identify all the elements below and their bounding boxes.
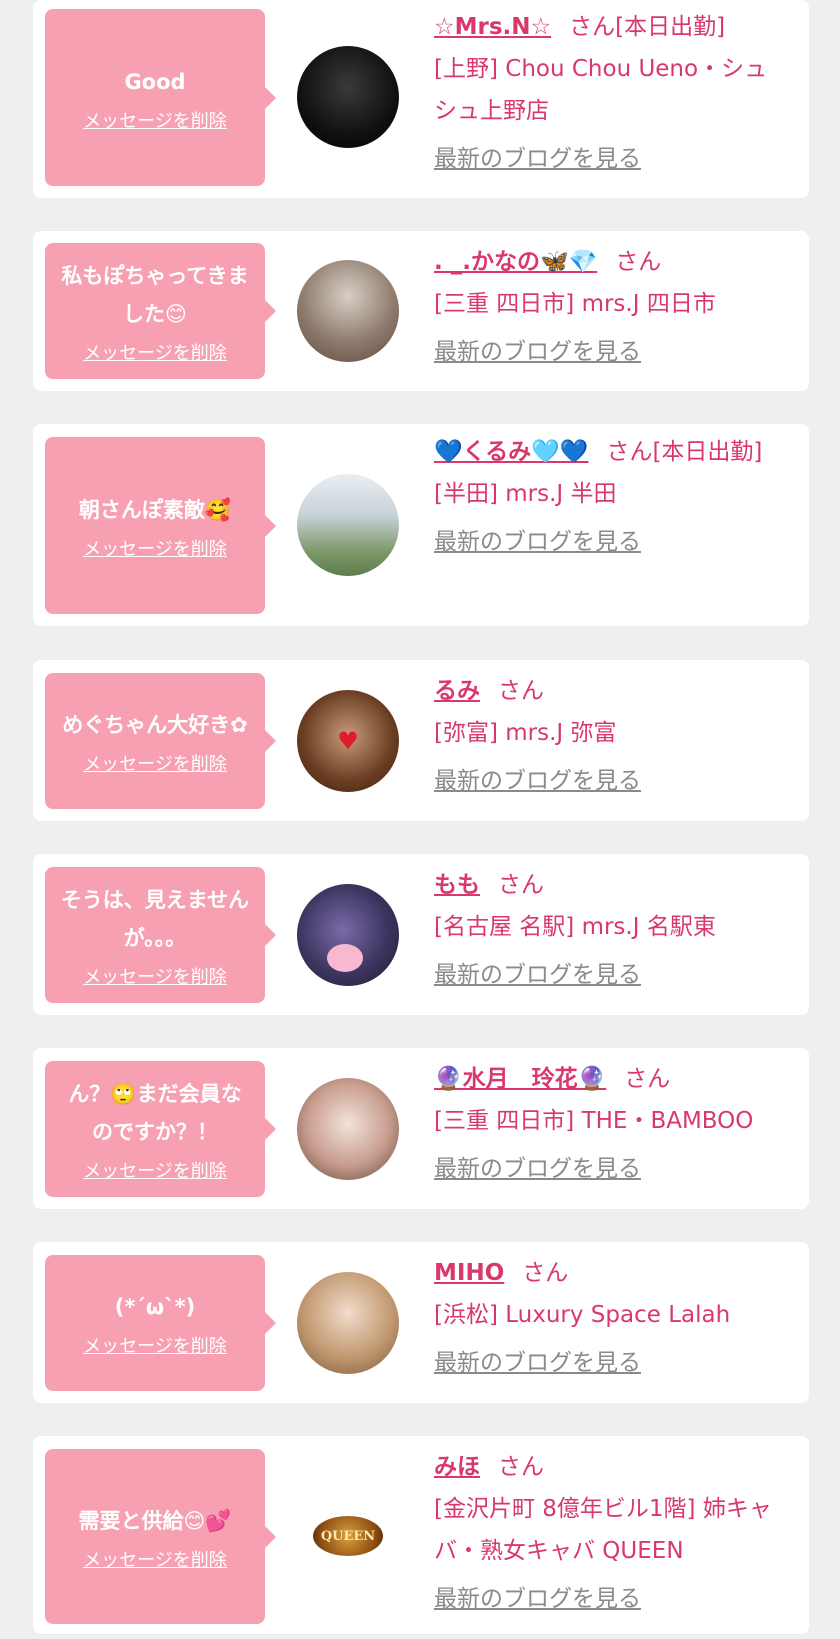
- queen-logo-icon: QUEEN: [313, 1516, 383, 1556]
- message-text: ん？🙄まだ会員なのですか？！: [68, 1082, 242, 1144]
- message-text: (*´ω`*): [114, 1295, 196, 1319]
- message-text: 需要と供給😊💕: [78, 1508, 232, 1533]
- name-line: 🔮水月 玲花🔮 さん: [434, 1058, 784, 1100]
- name-line: みほ さん: [434, 1446, 784, 1488]
- delete-message-link[interactable]: メッセージを削除: [83, 1546, 227, 1572]
- avatar[interactable]: [297, 474, 399, 576]
- user-name-link[interactable]: . _.かなの🦋💎: [434, 249, 597, 275]
- avatar[interactable]: [297, 884, 399, 986]
- message-text: そうは、見えませんが。。。: [60, 888, 250, 950]
- delete-message-link[interactable]: メッセージを削除: [83, 963, 227, 989]
- honorific: さん: [569, 14, 616, 40]
- user-info: MIHO さん [浜松] Luxury Space Lalah 最新のブログを見る: [434, 1252, 784, 1384]
- user-name-link[interactable]: みほ: [434, 1454, 480, 1480]
- list-item: 需要と供給😊💕 メッセージを削除 QUEEN みほ さん [金沢片町 8億年ビル1…: [33, 1436, 809, 1634]
- message-text: 朝さんぽ素敵🥰: [78, 497, 232, 522]
- honorific: さん: [522, 1260, 569, 1286]
- message-text: Good: [124, 69, 186, 94]
- delete-message-link[interactable]: メッセージを削除: [83, 107, 227, 133]
- delete-message-link[interactable]: メッセージを削除: [83, 1157, 227, 1183]
- message-text: めぐちゃん大好き✿: [62, 713, 248, 737]
- avatar[interactable]: ♥: [297, 690, 399, 792]
- user-name-link[interactable]: ☆Mrs.N☆: [434, 14, 551, 40]
- delete-message-link[interactable]: メッセージを削除: [83, 535, 227, 561]
- delete-message-link[interactable]: メッセージを削除: [83, 339, 227, 365]
- user-info: 🔮水月 玲花🔮 さん [三重 四日市] THE・BAMBOO 最新のブログを見る: [434, 1058, 784, 1190]
- message-bubble: 私もぽちゃってきました😊 メッセージを削除: [45, 243, 276, 379]
- honorific: さん: [606, 439, 653, 465]
- message-bubble: ん？🙄まだ会員なのですか？！ メッセージを削除: [45, 1061, 276, 1197]
- avatar[interactable]: [297, 260, 399, 362]
- honorific: さん: [615, 249, 662, 275]
- message-bubble: そうは、見えませんが。。。 メッセージを削除: [45, 867, 276, 1003]
- user-info: . _.かなの🦋💎 さん [三重 四日市] mrs.J 四日市 最新のブログを見る: [434, 241, 784, 373]
- message-text: 私もぽちゃってきました😊: [61, 264, 249, 326]
- list-item: 私もぽちゃってきました😊 メッセージを削除 . _.かなの🦋💎 さん [三重 四日…: [33, 231, 809, 391]
- avatar[interactable]: QUEEN: [297, 1485, 399, 1587]
- name-line: . _.かなの🦋💎 さん: [434, 241, 784, 283]
- message-bubble: めぐちゃん大好き✿ メッセージを削除: [45, 673, 276, 809]
- avatar[interactable]: [297, 46, 399, 148]
- honorific: さん: [498, 872, 544, 898]
- shop-location: [上野] Chou Chou Ueno・シュシュ上野店: [434, 56, 768, 124]
- shop-location: [浜松] Luxury Space Lalah: [434, 1302, 731, 1328]
- latest-blog-link[interactable]: 最新のブログを見る: [434, 138, 641, 180]
- latest-blog-link[interactable]: 最新のブログを見る: [434, 1148, 641, 1190]
- name-line: 💙くるみ🩵💙 さん[本日出勤]: [434, 431, 784, 473]
- list-item: Good メッセージを削除 ☆Mrs.N☆ さん[本日出勤] [上野] Chou …: [33, 0, 809, 198]
- shop-location: [金沢片町 8億年ビル1階] 姉キャバ・熟女キャバ QUEEN: [434, 1496, 772, 1564]
- list-item: 朝さんぽ素敵🥰 メッセージを削除 💙くるみ🩵💙 さん[本日出勤] [半田] mrs…: [33, 424, 809, 626]
- avatar[interactable]: [297, 1272, 399, 1374]
- user-info: みほ さん [金沢片町 8億年ビル1階] 姉キャバ・熟女キャバ QUEEN 最新の…: [434, 1446, 784, 1620]
- shop-location: [半田] mrs.J 半田: [434, 481, 617, 507]
- message-bubble: Good メッセージを削除: [45, 9, 276, 186]
- avatar[interactable]: [297, 1078, 399, 1180]
- latest-blog-link[interactable]: 最新のブログを見る: [434, 954, 641, 996]
- delete-message-link[interactable]: メッセージを削除: [83, 750, 227, 776]
- latest-blog-link[interactable]: 最新のブログを見る: [434, 331, 641, 373]
- heart-icon: ♥: [337, 727, 359, 755]
- name-line: MIHO さん: [434, 1252, 784, 1294]
- message-bubble: 需要と供給😊💕 メッセージを削除: [45, 1449, 276, 1624]
- name-line: ☆Mrs.N☆ さん[本日出勤]: [434, 6, 784, 48]
- shop-location: [三重 四日市] mrs.J 四日市: [434, 291, 716, 317]
- honorific: さん: [498, 1454, 544, 1480]
- user-info: るみ さん [弥富] mrs.J 弥富 最新のブログを見る: [434, 670, 784, 802]
- attendance-status: [本日出勤]: [652, 439, 763, 465]
- list-item: ん？🙄まだ会員なのですか？！ メッセージを削除 🔮水月 玲花🔮 さん [三重 四日…: [33, 1048, 809, 1209]
- shop-location: [弥富] mrs.J 弥富: [434, 720, 617, 746]
- delete-message-link[interactable]: メッセージを削除: [83, 1332, 227, 1358]
- honorific: さん: [498, 678, 544, 704]
- user-info: もも さん [名古屋 名駅] mrs.J 名駅東 最新のブログを見る: [434, 864, 784, 996]
- shop-location: [三重 四日市] THE・BAMBOO: [434, 1108, 754, 1134]
- user-name-link[interactable]: もも: [434, 872, 480, 898]
- user-name-link[interactable]: 🔮水月 玲花🔮: [434, 1066, 606, 1092]
- list-item: そうは、見えませんが。。。 メッセージを削除 もも さん [名古屋 名駅] mrs…: [33, 854, 809, 1015]
- latest-blog-link[interactable]: 最新のブログを見る: [434, 521, 641, 563]
- shop-location: [名古屋 名駅] mrs.J 名駅東: [434, 914, 716, 940]
- latest-blog-link[interactable]: 最新のブログを見る: [434, 1342, 641, 1384]
- latest-blog-link[interactable]: 最新のブログを見る: [434, 760, 641, 802]
- user-info: 💙くるみ🩵💙 さん[本日出勤] [半田] mrs.J 半田 最新のブログを見る: [434, 431, 784, 563]
- honorific: さん: [624, 1066, 671, 1092]
- user-info: ☆Mrs.N☆ さん[本日出勤] [上野] Chou Chou Ueno・シュシュ…: [434, 6, 784, 180]
- user-name-link[interactable]: るみ: [434, 678, 480, 704]
- user-name-link[interactable]: 💙くるみ🩵💙: [434, 439, 588, 465]
- attendance-status: [本日出勤]: [615, 14, 726, 40]
- list-item: めぐちゃん大好き✿ メッセージを削除 ♥ るみ さん [弥富] mrs.J 弥富 …: [33, 660, 809, 821]
- latest-blog-link[interactable]: 最新のブログを見る: [434, 1578, 641, 1620]
- message-bubble: (*´ω`*) メッセージを削除: [45, 1255, 276, 1391]
- name-line: るみ さん: [434, 670, 784, 712]
- message-bubble: 朝さんぽ素敵🥰 メッセージを削除: [45, 437, 276, 614]
- name-line: もも さん: [434, 864, 784, 906]
- list-item: (*´ω`*) メッセージを削除 MIHO さん [浜松] Luxury Spac…: [33, 1242, 809, 1403]
- blur-mark-icon: [327, 944, 363, 972]
- user-name-link[interactable]: MIHO: [434, 1260, 504, 1286]
